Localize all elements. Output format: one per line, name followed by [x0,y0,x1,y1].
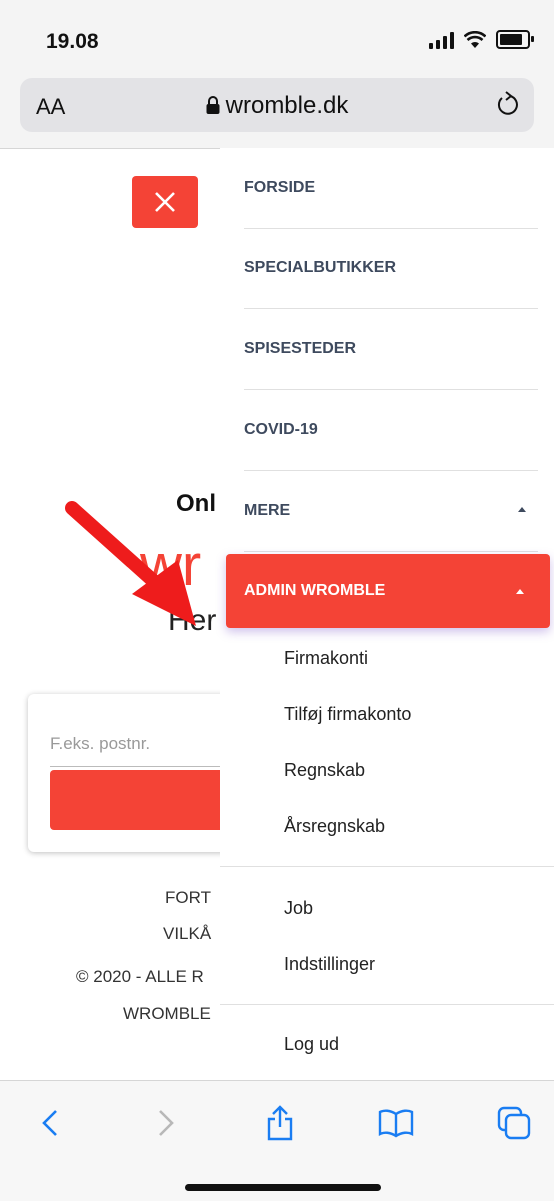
caret-up-icon [516,589,524,594]
bookmarks-button[interactable] [376,1103,416,1143]
submenu-item-indstillinger[interactable]: Indstillinger [284,954,375,975]
menu-item-admin-wromble[interactable]: ADMIN WROMBLE [226,554,550,628]
url-text: wromble.dk [225,92,349,119]
status-time: 19.08 [46,30,99,53]
search-card: F.eks. postnr. [28,694,248,852]
menu-item-logout[interactable]: Log ud [284,1034,339,1055]
url-display[interactable]: wromble.dk [20,92,534,120]
menu-item-covid[interactable]: COVID-19 [244,390,538,471]
menu-item-specialbutikker[interactable]: SPECIALBUTIKKER [244,228,538,309]
forward-button[interactable] [146,1103,186,1143]
close-menu-button[interactable] [132,176,198,228]
menu-divider [220,866,554,867]
home-indicator [185,1184,381,1191]
back-icon [42,1110,57,1136]
submenu-item-regnskab[interactable]: Regnskab [284,760,365,781]
input-underline [50,766,248,767]
annotation-arrow [65,501,196,626]
navigation-drawer: FORSIDE SPECIALBUTIKKER SPISESTEDER COVI… [220,148,554,1080]
status-bar: 19.08 [0,0,554,72]
browser-toolbar [0,1080,554,1201]
browser-address-area: AA wromble.dk [0,72,554,149]
footer-link[interactable]: VILKÅ [163,924,211,944]
address-bar[interactable]: AA wromble.dk [20,78,534,132]
share-icon [267,1105,293,1141]
back-button[interactable] [30,1103,70,1143]
footer-link[interactable]: FORT [165,888,211,908]
forward-icon [159,1110,174,1136]
wifi-icon [464,30,486,48]
submenu-item-tilfoej-firmakonto[interactable]: Tilføj firmakonto [284,704,411,725]
menu-divider [220,1004,554,1005]
close-icon [155,192,175,212]
postcode-input[interactable]: F.eks. postnr. [50,734,150,754]
reload-icon[interactable] [496,90,520,118]
lock-icon [206,96,220,114]
menu-item-mere[interactable]: MERE [244,471,538,552]
footer-copyright: © 2020 - ALLE R [76,967,204,986]
caret-up-icon [518,507,526,512]
submenu-item-aarsregnskab[interactable]: Årsregnskab [284,816,385,837]
share-button[interactable] [260,1103,300,1143]
tabs-button[interactable] [494,1103,534,1143]
signal-icon [429,31,454,49]
status-icons [429,30,534,49]
submenu-item-job[interactable]: Job [284,898,313,919]
bookmarks-icon [378,1109,414,1138]
submenu-item-firmakonti[interactable]: Firmakonti [284,648,368,669]
search-button[interactable] [50,770,248,830]
tabs-icon [497,1106,531,1140]
menu-item-forside[interactable]: FORSIDE [244,148,538,229]
battery-icon [496,30,534,49]
menu-item-spisesteder[interactable]: SPISESTEDER [244,309,538,390]
footer-brand: WROMBLE [123,1004,211,1023]
